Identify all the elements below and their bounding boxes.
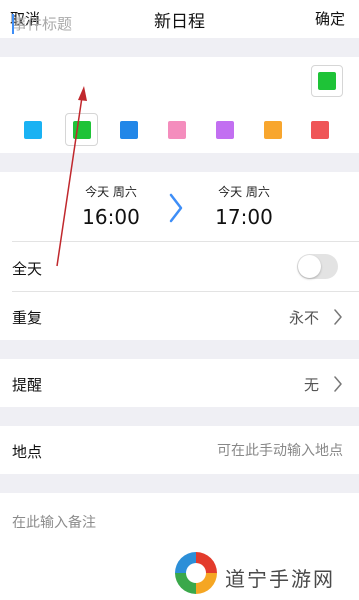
- confirm-button[interactable]: 确定: [315, 8, 345, 29]
- selected-color-button[interactable]: [311, 65, 343, 97]
- end-time[interactable]: 17:00: [204, 205, 284, 229]
- chevron-right-icon: [334, 309, 342, 325]
- chevron-right-icon: [334, 376, 342, 392]
- watermark-text: 道宁手游网: [225, 567, 335, 591]
- color-swatch-cyan[interactable]: [24, 121, 42, 139]
- location-label: 地点: [12, 443, 43, 461]
- location-input[interactable]: [160, 440, 343, 462]
- all-day-toggle[interactable]: [297, 254, 338, 279]
- selected-color-indicator: [318, 72, 336, 90]
- reminder-label: 提醒: [12, 376, 43, 394]
- color-swatch-blue[interactable]: [120, 121, 138, 139]
- watermark-logo-icon: [174, 551, 218, 595]
- text-caret: [12, 14, 14, 34]
- chevron-right-icon: [169, 193, 183, 223]
- color-swatch-purple[interactable]: [216, 121, 234, 139]
- start-time[interactable]: 16:00: [71, 205, 151, 229]
- repeat-label: 重复: [12, 309, 43, 327]
- color-swatch-orange[interactable]: [264, 121, 282, 139]
- divider: [12, 291, 359, 292]
- event-title-input[interactable]: [12, 12, 292, 36]
- color-swatch-green[interactable]: [73, 121, 91, 139]
- end-day-label: 今天 周六: [218, 185, 270, 199]
- toggle-knob: [298, 255, 321, 278]
- start-day-label: 今天 周六: [85, 185, 137, 199]
- all-day-label: 全天: [12, 260, 43, 278]
- color-swatch-red[interactable]: [311, 121, 329, 139]
- repeat-value[interactable]: 永不: [289, 307, 319, 328]
- divider: [12, 241, 359, 242]
- color-swatch-pink[interactable]: [168, 121, 186, 139]
- reminder-value: 无: [303, 376, 319, 394]
